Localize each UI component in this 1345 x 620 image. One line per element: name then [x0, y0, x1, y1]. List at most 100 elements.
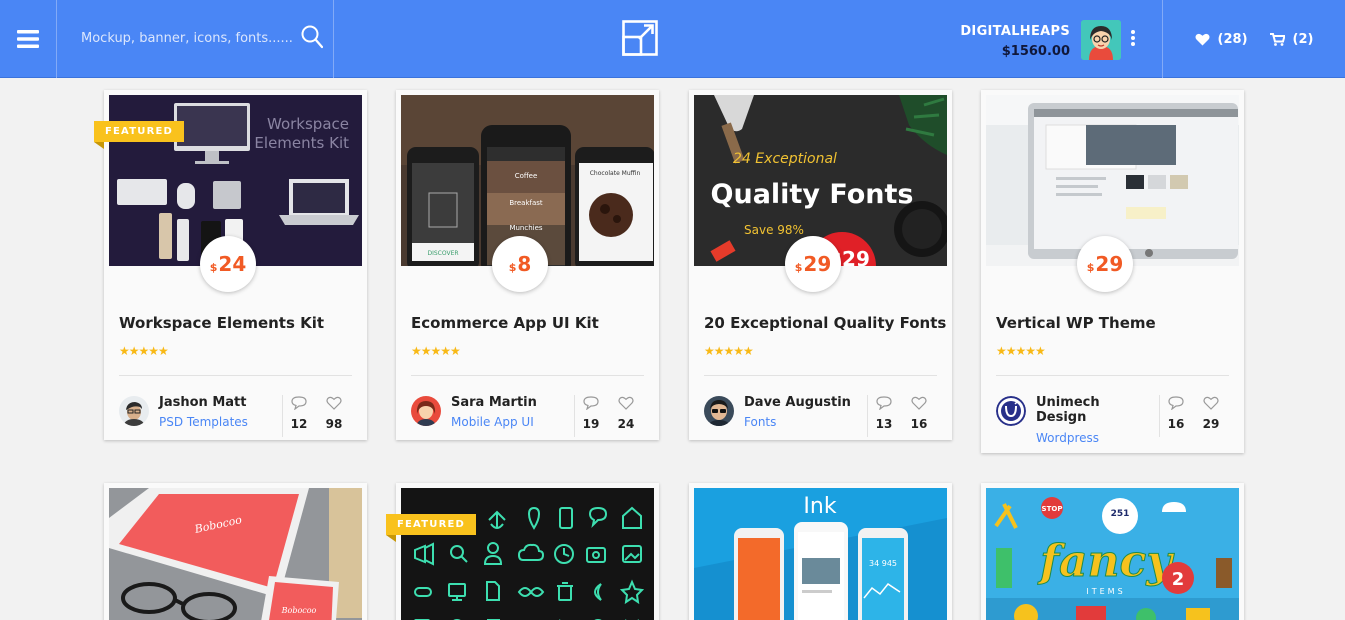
- author-name[interactable]: Sara Martin: [451, 395, 561, 410]
- svg-text:Munchies: Munchies: [509, 224, 542, 232]
- product-thumbnail[interactable]: STOP 251 fancy ITEMS 2: [986, 488, 1239, 620]
- svg-text:Bobocoo: Bobocoo: [281, 606, 317, 615]
- comments-count: 19: [582, 417, 600, 431]
- comment-icon: [583, 396, 599, 411]
- author-avatar[interactable]: [704, 396, 734, 426]
- rating-stars: ★★★★★: [411, 344, 461, 358]
- author-avatar[interactable]: [411, 396, 441, 426]
- product-card[interactable]: Ink 34 945: [689, 483, 952, 620]
- cart-icon: [1269, 32, 1285, 46]
- likes-count: 98: [325, 417, 343, 431]
- price-badge: $ 29: [785, 236, 841, 292]
- likes-stat[interactable]: 98: [322, 395, 346, 431]
- price-amount: 24: [218, 252, 247, 276]
- price-amount: 29: [803, 252, 832, 276]
- heart-outline-icon: [911, 396, 927, 410]
- stats-divider: [282, 395, 283, 437]
- product-thumbnail[interactable]: [401, 488, 654, 620]
- price-amount: 8: [517, 252, 532, 276]
- svg-text:Ink: Ink: [803, 494, 836, 519]
- category-link[interactable]: Wordpress: [1036, 431, 1099, 445]
- featured-badge: FEATURED: [94, 121, 184, 149]
- svg-text:34 945: 34 945: [869, 559, 897, 568]
- top-navigation-bar: DIGITALHEAPS $1560.00 (28): [0, 0, 1345, 78]
- divider: [996, 375, 1229, 376]
- search-input[interactable]: [81, 26, 296, 50]
- heart-outline-icon: [618, 396, 634, 410]
- svg-text:Coffee: Coffee: [515, 172, 538, 180]
- price-currency: $: [209, 260, 218, 274]
- svg-text:Chocolate Muffin: Chocolate Muffin: [590, 170, 641, 177]
- wishlist-count: (28): [1217, 31, 1248, 47]
- author-avatar[interactable]: [996, 396, 1026, 426]
- rating-stars: ★★★★★: [119, 344, 169, 358]
- product-card[interactable]: FEATURED: [386, 483, 659, 620]
- svg-text:24 Exceptional: 24 Exceptional: [733, 151, 837, 167]
- wishlist-button[interactable]: (28): [1195, 32, 1248, 47]
- comments-stat[interactable]: 16: [1164, 395, 1188, 431]
- featured-badge: FEATURED: [386, 514, 476, 542]
- comments-count: 13: [875, 417, 893, 431]
- svg-text:fancy: fancy: [1037, 536, 1175, 587]
- logo-icon[interactable]: [622, 20, 658, 56]
- likes-stat[interactable]: 29: [1199, 395, 1223, 431]
- price-badge: $ 24: [200, 236, 256, 292]
- product-thumbnail[interactable]: Bobocoo Bobocoo: [109, 488, 362, 620]
- product-card[interactable]: Workspace Elements Kit FEATURED $ 24 Wor…: [94, 90, 367, 440]
- author-name[interactable]: Unimech Design: [1036, 395, 1146, 425]
- stats-divider: [1159, 395, 1160, 437]
- comment-icon: [1168, 396, 1184, 411]
- author-name[interactable]: Dave Augustin: [744, 395, 854, 410]
- product-title[interactable]: 20 Exceptional Quality Fonts: [704, 314, 946, 332]
- stats-divider: [867, 395, 868, 437]
- user-account[interactable]: DIGITALHEAPS $1560.00: [940, 18, 1162, 62]
- heart-icon: [1195, 33, 1210, 45]
- heart-outline-icon: [1203, 396, 1219, 410]
- search-bar: [57, 0, 334, 78]
- svg-text:251: 251: [1111, 509, 1130, 519]
- svg-text:Quality Fonts: Quality Fonts: [711, 179, 914, 210]
- svg-text:Breakfast: Breakfast: [509, 199, 543, 207]
- product-card[interactable]: Bobocoo Bobocoo: [104, 483, 367, 620]
- comments-stat[interactable]: 12: [287, 395, 311, 431]
- svg-text:Workspace: Workspace: [267, 115, 349, 133]
- price-badge: $ 8: [492, 236, 548, 292]
- product-thumbnail[interactable]: Ink 34 945: [694, 488, 947, 620]
- svg-text:Save 98%: Save 98%: [744, 223, 804, 237]
- comments-stat[interactable]: 13: [872, 395, 896, 431]
- divider: [411, 375, 644, 376]
- cart-count: (2): [1292, 31, 1314, 47]
- price-currency: $: [1086, 260, 1095, 274]
- user-avatar[interactable]: [1081, 20, 1121, 60]
- likes-count: 24: [617, 417, 635, 431]
- product-title[interactable]: Ecommerce App UI Kit: [411, 314, 599, 332]
- likes-count: 16: [910, 417, 928, 431]
- author-avatar[interactable]: [119, 396, 149, 426]
- category-link[interactable]: PSD Templates: [159, 415, 248, 429]
- comment-icon: [876, 396, 892, 411]
- category-link[interactable]: Fonts: [744, 415, 776, 429]
- search-icon[interactable]: [301, 25, 323, 49]
- product-card[interactable]: 24 Exceptional Quality Fonts Save 98% $2…: [689, 90, 952, 440]
- user-balance: $1560.00: [1001, 44, 1070, 59]
- author-name[interactable]: Jashon Matt: [159, 395, 269, 410]
- product-card[interactable]: STOP 251 fancy ITEMS 2: [981, 483, 1244, 620]
- likes-count: 29: [1202, 417, 1220, 431]
- likes-stat[interactable]: 24: [614, 395, 638, 431]
- svg-text:Elements Kit: Elements Kit: [254, 134, 349, 152]
- user-menu-dots-icon[interactable]: [1129, 30, 1137, 50]
- product-title[interactable]: Vertical WP Theme: [996, 314, 1156, 332]
- menu-button[interactable]: [0, 0, 57, 78]
- product-card[interactable]: Coffee Breakfast Munchies Chocolate Muff…: [396, 90, 659, 440]
- product-title[interactable]: Workspace Elements Kit: [119, 314, 324, 332]
- stats-divider: [574, 395, 575, 437]
- price-badge: $ 29: [1077, 236, 1133, 292]
- category-link[interactable]: Mobile App UI: [451, 415, 534, 429]
- divider: [119, 375, 352, 376]
- comments-stat[interactable]: 19: [579, 395, 603, 431]
- user-name: DIGITALHEAPS: [960, 24, 1070, 39]
- price-currency: $: [794, 260, 803, 274]
- cart-button[interactable]: (2): [1269, 31, 1314, 47]
- product-card[interactable]: $ 29 Vertical WP Theme ★★★★★ Unimech Des…: [981, 90, 1244, 453]
- likes-stat[interactable]: 16: [907, 395, 931, 431]
